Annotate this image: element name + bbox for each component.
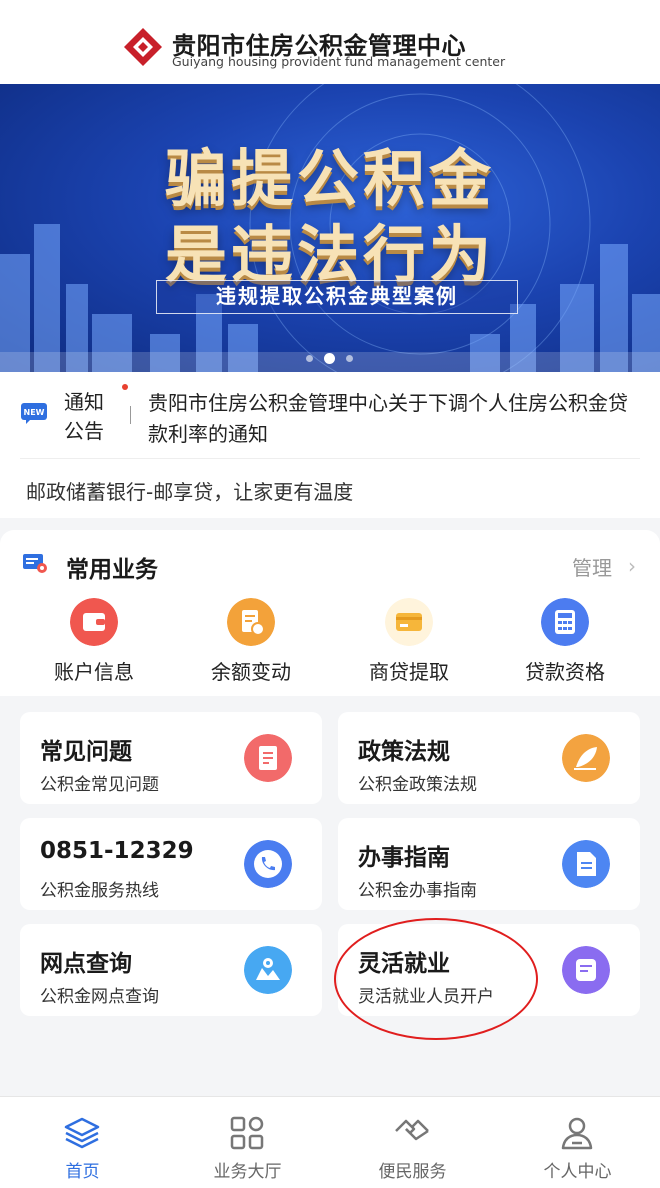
logo-icon — [124, 28, 162, 66]
layers-icon — [64, 1117, 100, 1149]
card-title: 常见问题 — [40, 739, 132, 765]
phone-icon — [244, 840, 292, 888]
wallet-icon — [70, 598, 118, 646]
card-title: 0851-12329 — [40, 838, 194, 864]
user-icon — [561, 1117, 593, 1150]
promo-banner[interactable]: 骗提公积金 是违法行为 违规提取公积金典型案例 — [0, 84, 660, 372]
balance-doc-icon — [227, 598, 275, 646]
banner-tag: 违规提取公积金典型案例 — [156, 280, 518, 314]
notice-label: 通知 公告 — [64, 388, 104, 446]
service-label: 商贷提取 — [369, 660, 449, 684]
service-balance-change[interactable]: 余额变动 — [186, 598, 316, 688]
nav-business-hall[interactable]: 业务大厅 — [165, 1097, 330, 1188]
card-title: 政策法规 — [358, 739, 450, 765]
nav-label: 个人中心 — [543, 1162, 612, 1182]
org-subtitle: Guiyang housing provident fund managemen… — [172, 54, 506, 69]
calculator-icon — [541, 598, 589, 646]
map-pin-icon — [244, 946, 292, 994]
card-faq[interactable]: 常见问题 公积金常见问题 — [20, 712, 322, 804]
card-policy[interactable]: 政策法规 公积金政策法规 — [338, 712, 640, 804]
manage-button[interactable]: 管理 — [572, 552, 612, 581]
card-icon — [385, 598, 433, 646]
service-account-info[interactable]: 账户信息 — [29, 598, 159, 688]
divider — [20, 458, 640, 459]
card-subtitle: 公积金网点查询 — [40, 987, 159, 1007]
app-header: 贵阳市住房公积金管理中心 Guiyang housing provident f… — [0, 0, 660, 84]
handshake-icon — [395, 1119, 429, 1141]
form-icon — [562, 946, 610, 994]
card-subtitle: 公积金政策法规 — [358, 775, 477, 795]
carousel-dot-active[interactable] — [324, 353, 335, 364]
card-title: 办事指南 — [358, 845, 450, 871]
notice-label-line2: 公告 — [64, 419, 104, 443]
annotation-circle — [334, 918, 538, 1040]
quill-icon — [562, 734, 610, 782]
carousel-dot[interactable] — [346, 355, 353, 362]
nav-label: 业务大厅 — [213, 1162, 282, 1182]
nav-label: 便民服务 — [378, 1162, 447, 1182]
carousel-dot[interactable] — [306, 355, 313, 362]
service-loan-eligibility[interactable]: 贷款资格 — [500, 598, 630, 688]
common-business-title: 常用业务 — [66, 557, 158, 583]
card-subtitle: 公积金办事指南 — [358, 881, 477, 901]
service-commercial-loan-withdraw[interactable]: 商贷提取 — [344, 598, 474, 688]
card-subtitle: 公积金服务热线 — [40, 881, 159, 901]
notice-label-line1: 通知 — [64, 390, 104, 414]
service-label: 余额变动 — [211, 660, 291, 684]
bottom-nav: 首页 业务大厅 便民服务 个人中心 — [0, 1096, 660, 1188]
svg-text:NEW: NEW — [24, 408, 45, 417]
service-label: 贷款资格 — [525, 660, 605, 684]
service-label: 账户信息 — [54, 660, 134, 684]
new-icon: NEW — [21, 403, 47, 424]
faq-doc-icon — [244, 734, 292, 782]
card-hotline[interactable]: 0851-12329 公积金服务热线 — [20, 818, 322, 910]
common-business-icon — [23, 554, 47, 573]
notice-separator — [130, 406, 131, 424]
guide-doc-icon — [562, 840, 610, 888]
chevron-right-icon[interactable]: › — [628, 554, 636, 578]
unread-dot — [122, 384, 128, 390]
common-business-section: 常用业务 管理 › 账户信息 余额变动 商贷提取 贷款资格 — [0, 530, 660, 696]
nav-home[interactable]: 首页 — [0, 1097, 165, 1188]
nav-label: 首页 — [65, 1162, 100, 1182]
card-branch-query[interactable]: 网点查询 公积金网点查询 — [20, 924, 322, 1016]
nav-convenience-services[interactable]: 便民服务 — [330, 1097, 495, 1188]
notice-link[interactable]: 贵阳市住房公积金管理中心关于下调个人住房公积金贷款利率的通知 — [148, 388, 638, 450]
notice-link-2[interactable]: 邮政储蓄银行-邮享贷，让家更有温度 — [26, 476, 353, 505]
card-title: 网点查询 — [40, 951, 132, 977]
card-guide[interactable]: 办事指南 公积金办事指南 — [338, 818, 640, 910]
notice-section: NEW 通知 公告 贵阳市住房公积金管理中心关于下调个人住房公积金贷款利率的通知… — [0, 372, 660, 518]
card-subtitle: 公积金常见问题 — [40, 775, 159, 795]
carousel-indicator[interactable] — [302, 352, 358, 364]
nav-personal-center[interactable]: 个人中心 — [495, 1097, 660, 1188]
grid-icon — [230, 1116, 264, 1150]
